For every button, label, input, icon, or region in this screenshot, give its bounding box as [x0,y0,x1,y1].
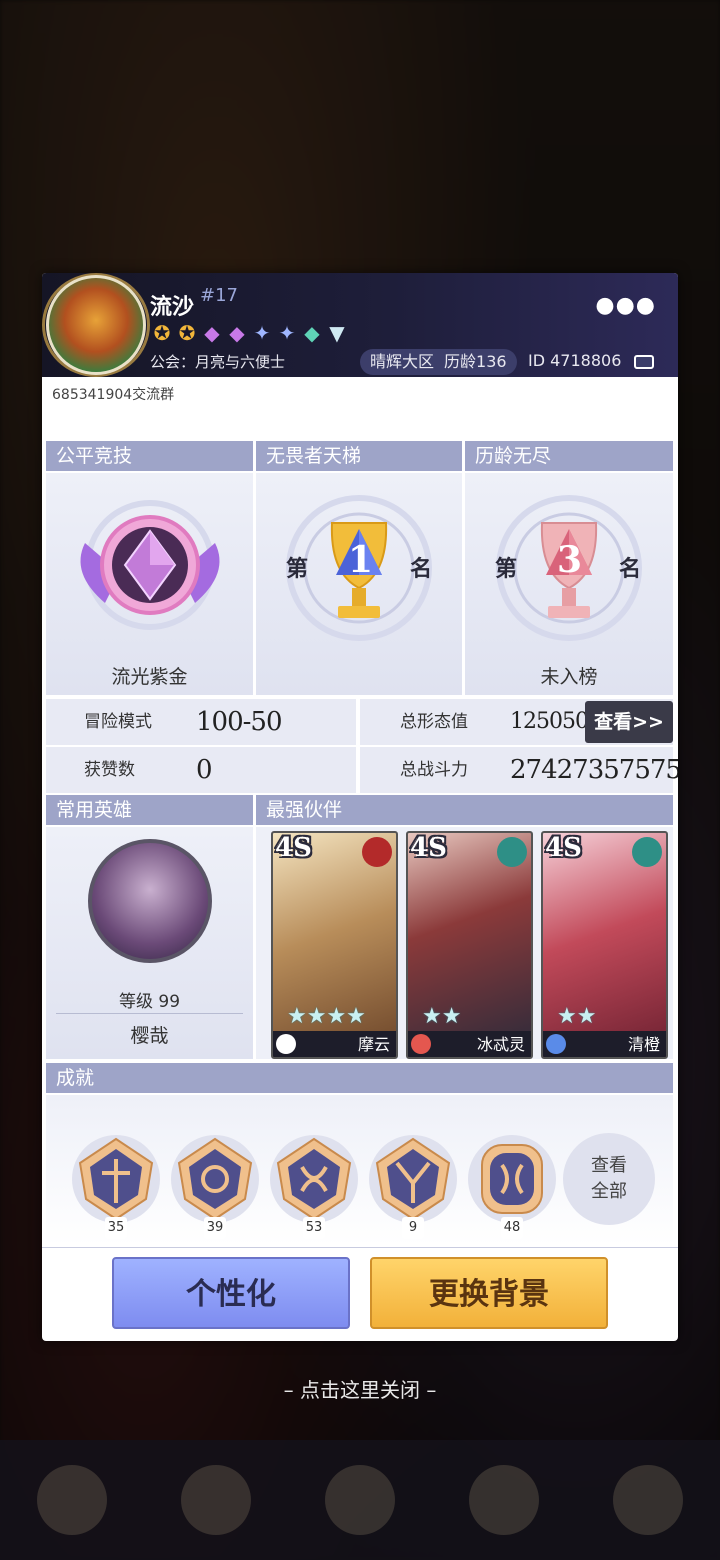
ladder-rank-suffix: 名 [410,556,433,582]
achievement-badge[interactable]: 35 [70,1133,162,1239]
blue-star-icon: ✦ [253,321,271,345]
fair-rank-card[interactable]: 流光紫金 [46,473,253,695]
guild-name[interactable]: 公会：月亮与六便士 [150,351,285,372]
achievement-badge[interactable]: 48 [466,1133,558,1239]
silver-gem-icon: ▼ [329,321,345,345]
wind-element-icon [497,837,527,867]
endless-rank-status: 未入榜 [540,666,598,688]
view-all-achievements-button[interactable]: 查看 全部 [563,1133,655,1225]
stat-adventure: 冒险模式 100-50 [46,699,356,745]
profile-header: 流沙 #17 ●●● ✪ ✪ ◆ ◆ ✦ ✦ ◆ ▼ 公会：月亮与六便士 晴辉大… [42,273,678,377]
section-header-endless: 历龄无尽 [465,441,673,471]
copy-id-icon[interactable] [634,355,654,369]
ladder-rank-number: 1 [348,539,374,581]
common-hero-card[interactable]: 等级 99 樱哉 [46,827,253,1059]
achievement-emblem-icon [171,1135,259,1223]
achievement-badge[interactable]: 39 [169,1133,261,1239]
endless-rank-number: 3 [557,539,583,581]
hero-level: 等级 99 [118,992,181,1012]
avatar[interactable] [46,275,146,375]
bottom-divider [42,1247,678,1248]
partner-stars: ★★ [557,1004,597,1029]
player-profile-panel: 流沙 #17 ●●● ✪ ✪ ◆ ◆ ✦ ✦ ◆ ▼ 公会：月亮与六便士 晴辉大… [42,273,678,1341]
achievement-badge[interactable]: 9 [367,1133,459,1239]
teal-diamond-icon: ◆ [304,321,320,345]
power-value: 27427357575 [510,755,678,785]
partner-name: 清橙 [627,1035,660,1054]
achievement-count: 9 [402,1217,424,1239]
power-label: 总战斗力 [400,760,468,780]
partner-name: 摩云 [357,1035,390,1054]
purple-diamond-icon: ◆ [204,321,220,345]
more-options-icon[interactable]: ●●● [595,293,656,318]
wind-element-icon [632,837,662,867]
change-background-button[interactable]: 更换背景 [370,1257,608,1329]
achievement-emblem-icon [468,1135,556,1223]
blue-star-icon: ✦ [278,321,296,345]
partner-grade: 4S [275,833,312,863]
achievement-count: 53 [303,1217,325,1239]
background-bottom-nav [0,1440,720,1560]
purple-gold-rank-emblem-icon [80,500,219,630]
achievement-count: 39 [204,1217,226,1239]
player-name: 流沙 [150,295,195,320]
close-hint[interactable]: – 点击这里关闭 – [0,1374,720,1403]
partner-stars: ★★★★ [287,1004,366,1029]
adventure-label: 冒险模式 [84,712,152,732]
partner-card[interactable]: 4S ★★★★ 摩云 [271,831,398,1059]
adventure-value: 100-50 [196,707,282,737]
form-value: 125050 [510,709,589,734]
form-label: 总形态值 [400,712,468,732]
ladder-rank-card[interactable]: 第 1 名 [256,473,462,695]
section-header-partners: 最强伙伴 [256,795,673,825]
fair-rank-tier: 流光紫金 [111,666,188,688]
partner-card[interactable]: 4S ★★ 冰忒灵 [406,831,533,1059]
fire-element-icon [362,837,392,867]
personalize-button[interactable]: 个性化 [112,1257,350,1329]
partner-card[interactable]: 4S ★★ 清橙 [541,831,668,1059]
endless-rank-prefix: 第 [495,556,518,582]
achievement-emblem-icon [72,1135,160,1223]
section-header-common-hero: 常用英雄 [46,795,253,825]
class-icon [546,1034,566,1054]
section-header-achievements: 成就 [46,1063,673,1093]
achievement-badge[interactable]: 53 [268,1133,360,1239]
hero-divider [56,1013,243,1014]
partner-stars: ★★ [422,1004,462,1029]
server-badge: 晴辉大区 历龄136 [360,349,517,375]
view-form-button[interactable]: 查看>> [585,701,673,743]
endless-rank-card[interactable]: 第 3 名 未入榜 [465,473,673,695]
gold-star-icon: ✪ [178,321,196,345]
partner-grade: 4S [410,833,447,863]
achievement-count: 35 [105,1217,127,1239]
server-name: 晴辉大区 [370,352,435,371]
hero-name: 樱哉 [130,1025,169,1047]
star-rating: ✪ ✪ ◆ ◆ ✦ ✦ ◆ ▼ [150,321,349,345]
class-icon [411,1034,431,1054]
ladder-rank-prefix: 第 [286,556,309,582]
stat-power: 总战斗力 27427357575 [360,747,678,793]
section-header-ladder: 无畏者天梯 [256,441,462,471]
likes-value: 0 [196,755,213,785]
achievement-emblem-icon [369,1135,457,1223]
hero-portrait [88,839,212,963]
section-header-fair: 公平竞技 [46,441,253,471]
gold-star-icon: ✪ [153,321,171,345]
partner-name: 冰忒灵 [476,1035,525,1054]
achievement-count: 48 [501,1217,523,1239]
account-age: 历龄136 [444,352,507,371]
partner-grade: 4S [545,833,582,863]
endless-rank-suffix: 名 [619,556,642,582]
stat-likes: 获赞数 0 [46,747,356,793]
likes-label: 获赞数 [84,760,135,780]
class-icon [276,1034,296,1054]
player-signature: 685341904交流群 [52,387,175,403]
achievement-emblem-icon [270,1135,358,1223]
purple-diamond-icon: ◆ [229,321,245,345]
user-id: ID 4718806 [528,351,622,370]
player-rank-number: #17 [200,285,238,306]
